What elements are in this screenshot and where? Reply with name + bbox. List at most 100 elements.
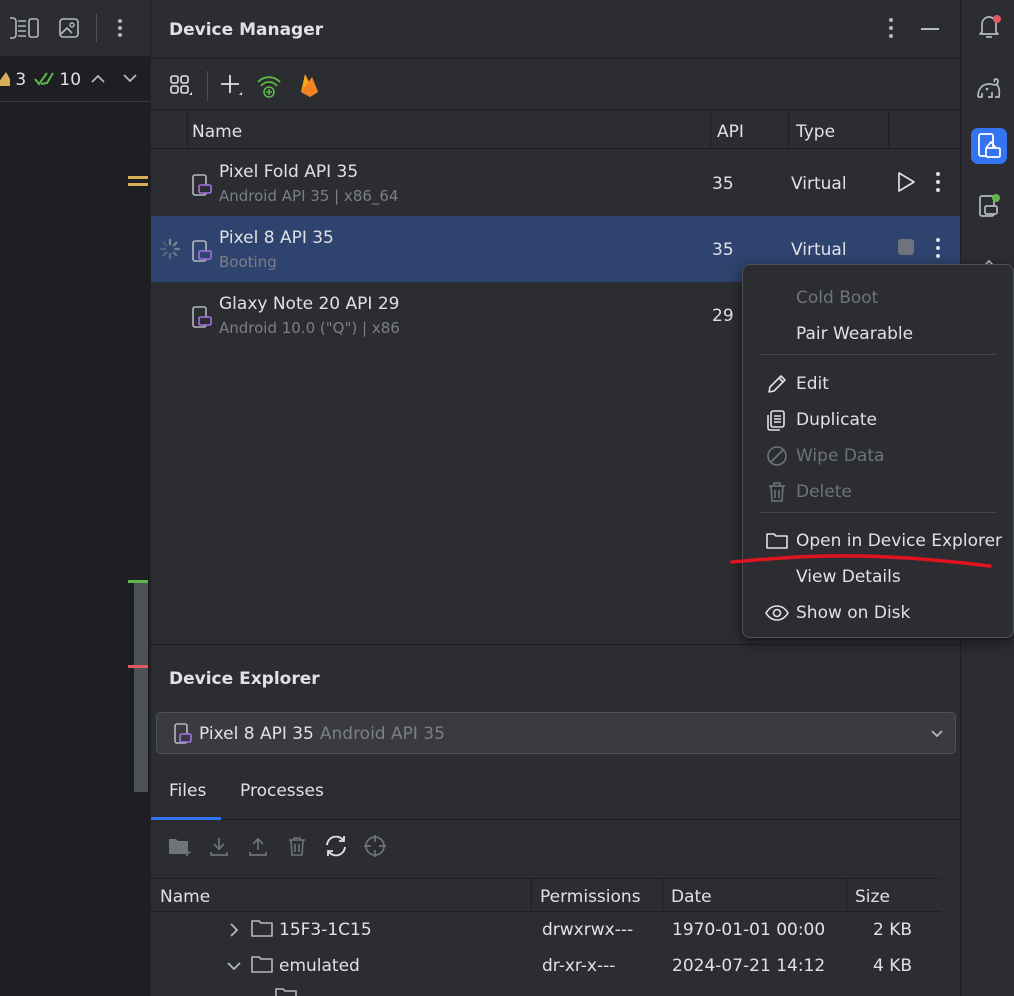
folder-icon <box>251 956 273 973</box>
column-header-api[interactable]: API <box>717 122 744 142</box>
device-row[interactable]: Pixel Fold API 35 Android API 35 | x86_6… <box>151 150 961 216</box>
device-context-menu: Cold Boot Pair Wearable Edit Duplicate W… <box>742 264 1014 638</box>
menu-item-pair-wearable[interactable]: Pair Wearable <box>743 316 1013 352</box>
file-name: emulated <box>279 956 360 976</box>
column-header-type[interactable]: Type <box>796 122 835 142</box>
editor-toolbar <box>0 0 150 56</box>
file-permissions: drwxrwx--- <box>542 920 634 940</box>
file-permissions: dr-xr-x--- <box>542 956 616 976</box>
image-view-icon[interactable] <box>55 14 83 42</box>
trash-icon <box>289 837 305 856</box>
synchronize-button[interactable] <box>323 833 349 859</box>
save-as-button[interactable] <box>206 833 232 859</box>
device-table-header: Name API Type <box>151 111 961 149</box>
split-view-icon[interactable] <box>14 14 42 42</box>
device-manager-icon <box>978 133 1001 158</box>
menu-separator <box>759 512 997 513</box>
folder-icon-partial <box>275 988 297 996</box>
menu-item-label: Show on Disk <box>796 603 911 623</box>
column-header-permissions[interactable]: Permissions <box>540 887 641 907</box>
add-device-button[interactable] <box>217 71 245 99</box>
device-api: 35 <box>712 174 734 194</box>
file-row[interactable]: emulated dr-xr-x--- 2024-07-21 14:12 4 K… <box>151 949 941 985</box>
editor-scrollbar[interactable] <box>134 582 148 792</box>
menu-item-wipe-data[interactable]: Wipe Data <box>743 438 1013 474</box>
file-name: 15F3-1C15 <box>279 920 372 940</box>
stop-device-button[interactable] <box>895 236 917 260</box>
scroll-marker-red <box>128 665 148 668</box>
toolbar-divider <box>96 14 97 42</box>
vertical-dots-icon <box>936 172 940 192</box>
files-table-header: Name Permissions Date Size <box>151 878 941 913</box>
chevron-down-icon[interactable] <box>227 958 241 974</box>
notifications-button[interactable] <box>971 8 1007 44</box>
chevron-down-icon <box>123 74 137 83</box>
gradle-button[interactable] <box>971 70 1007 106</box>
file-size: 4 KB <box>873 956 913 976</box>
tab-processes[interactable]: Processes <box>240 781 324 801</box>
locate-button[interactable] <box>362 833 388 859</box>
play-icon <box>898 172 915 192</box>
column-divider <box>846 879 847 913</box>
annotation-underline <box>730 554 992 568</box>
group-by-button[interactable] <box>167 71 195 99</box>
menu-item-delete[interactable]: Delete <box>743 474 1013 510</box>
upload-icon <box>249 837 267 856</box>
panel-options-button[interactable] <box>881 16 901 40</box>
device-api: 35 <box>712 240 734 260</box>
sync-icon <box>326 835 346 857</box>
warning-icon <box>0 72 10 86</box>
chevron-up-icon <box>91 74 105 83</box>
menu-item-cold-boot[interactable]: Cold Boot <box>743 280 1013 316</box>
column-header-date[interactable]: Date <box>671 887 712 907</box>
running-devices-button[interactable] <box>971 188 1007 224</box>
upload-button[interactable] <box>245 833 271 859</box>
chevron-right-icon[interactable] <box>227 922 241 938</box>
file-date: 1970-01-01 00:00 <box>672 920 826 940</box>
device-more-button[interactable] <box>931 236 945 260</box>
device-manager-toggle[interactable] <box>971 128 1007 164</box>
selected-device-label: Pixel 8 API 35 Android API 35 <box>199 724 445 744</box>
column-header-name[interactable]: Name <box>192 122 242 142</box>
file-size: 2 KB <box>873 920 913 940</box>
menu-item-edit[interactable]: Edit <box>743 366 1013 402</box>
vertical-dots-icon <box>889 18 893 38</box>
virtual-device-icon <box>192 240 212 262</box>
column-header-name[interactable]: Name <box>160 887 210 907</box>
firebase-button[interactable] <box>295 71 323 99</box>
selected-device-name: Pixel 8 API 35 <box>199 724 314 744</box>
device-type: Virtual <box>791 240 847 260</box>
loading-spinner-icon <box>159 238 181 260</box>
device-more-button[interactable] <box>931 170 945 194</box>
previous-highlight-button[interactable] <box>90 70 106 90</box>
stop-icon <box>898 239 914 255</box>
wipe-icon <box>767 446 787 466</box>
column-divider <box>187 111 188 149</box>
firebase-icon <box>301 74 318 97</box>
device-select-dropdown[interactable]: Pixel 8 API 35 Android API 35 <box>156 712 956 754</box>
start-device-button[interactable] <box>895 170 917 194</box>
file-row[interactable]: 15F3-1C15 drwxrwx--- 1970-01-01 00:00 2 … <box>151 913 941 949</box>
warning-indicator[interactable]: 3 <box>0 70 26 90</box>
more-options-icon[interactable] <box>106 14 134 42</box>
folder-icon <box>251 920 273 937</box>
new-folder-button[interactable] <box>167 833 193 859</box>
pair-wifi-button[interactable] <box>255 71 283 99</box>
tab-files[interactable]: Files <box>169 781 206 801</box>
menu-item-duplicate[interactable]: Duplicate <box>743 402 1013 438</box>
warning-gutter-mark[interactable] <box>128 176 148 186</box>
device-explorer-panel: Device Explorer Pixel 8 API 35 Android AP… <box>150 644 961 996</box>
device-name: Pixel 8 API 35 <box>219 228 334 248</box>
column-header-size[interactable]: Size <box>855 887 890 907</box>
check-indicator[interactable]: 10 <box>34 70 81 90</box>
delete-button[interactable] <box>284 833 310 859</box>
new-folder-icon <box>169 839 191 856</box>
next-highlight-button[interactable] <box>122 70 138 90</box>
trash-icon <box>769 482 785 502</box>
device-subtitle: Android 10.0 ("Q") | x86 <box>219 319 400 337</box>
virtual-device-icon <box>192 306 212 328</box>
scroll-marker-green <box>128 580 148 583</box>
menu-item-label: Cold Boot <box>796 288 879 308</box>
minimize-panel-button[interactable] <box>921 28 939 30</box>
menu-item-show-on-disk[interactable]: Show on Disk <box>743 595 1013 631</box>
